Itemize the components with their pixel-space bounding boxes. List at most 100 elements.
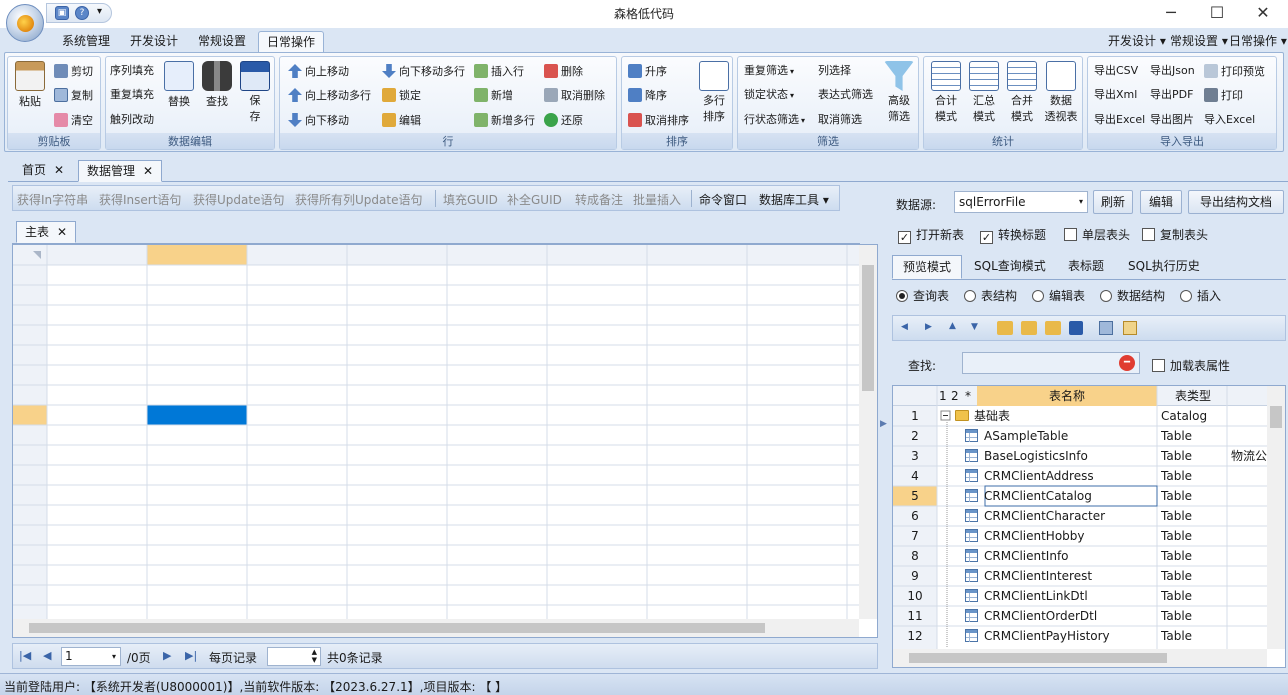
radio-table-structure[interactable]: 表结构 [964, 287, 1017, 304]
radio-data-structure[interactable]: 数据结构 [1100, 287, 1165, 304]
add-row-button[interactable]: 新增 [474, 88, 513, 103]
export-structure-doc-button[interactable]: 导出结构文档 [1188, 190, 1284, 214]
move-up-button[interactable]: 向上移动 [288, 64, 349, 79]
complete-guid-button[interactable]: 补全GUID [507, 191, 562, 208]
total-mode-button[interactable]: 合计 模式 [928, 61, 964, 125]
folder-tree-icon[interactable] [1021, 321, 1037, 335]
database-tools-dropdown[interactable]: 数据库工具 ▾ [759, 191, 829, 208]
collapse-arrow-icon[interactable]: ▶ [880, 419, 887, 429]
insert-row-button[interactable]: 插入行 [474, 64, 524, 79]
datasource-select[interactable]: sqlErrorFile ▾ [954, 191, 1088, 213]
delete-folder-icon[interactable] [1045, 321, 1061, 335]
export-image-button[interactable]: 导出图片 [1150, 113, 1194, 127]
tree-vertical-scrollbar[interactable] [1267, 386, 1285, 649]
edit-datasource-button[interactable]: 编辑 [1140, 190, 1182, 214]
table-row[interactable]: 3 BaseLogisticsInfo Table 物流公 [893, 446, 1267, 466]
copy-header-checkbox[interactable]: 复制表头 [1142, 226, 1208, 243]
doc-tab-data-management[interactable]: 数据管理 ✕ [78, 160, 163, 182]
to-remark-button[interactable]: 转成备注 [575, 191, 623, 208]
open-new-table-checkbox[interactable]: ✓ 打开新表 [898, 226, 964, 244]
sort-ascending-button[interactable]: 升序 [628, 64, 667, 79]
table-row[interactable]: 9 CRMClientInterest Table [893, 566, 1267, 586]
tab-table-title[interactable]: 表标题 [1058, 255, 1114, 279]
replace-button[interactable]: 替换 [162, 61, 196, 111]
move-down-button[interactable]: 向下移动 [288, 113, 349, 128]
cancel-sort-button[interactable]: 取消排序 [628, 113, 689, 128]
maximize-button[interactable]: ☐ [1194, 0, 1240, 28]
import-excel-button[interactable]: 导入Excel [1204, 113, 1255, 127]
close-button[interactable]: ✕ [1240, 0, 1286, 28]
per-page-spinner[interactable]: ▲ ▼ [267, 647, 321, 666]
add-folder-icon[interactable] [997, 321, 1013, 335]
radio-edit-table[interactable]: 编辑表 [1032, 287, 1085, 304]
prev-icon[interactable]: ◀ [901, 322, 908, 332]
horizontal-scroll-thumb[interactable] [29, 623, 765, 633]
convert-title-checkbox[interactable]: ✓ 转换标题 [980, 226, 1046, 244]
advanced-filter-button[interactable]: 高级 筛选 [882, 61, 916, 125]
merge-mode-button[interactable]: 合并 模式 [1004, 61, 1040, 125]
next-page-icon[interactable]: ▶ [163, 649, 171, 662]
radio-query-table[interactable]: 查询表 [896, 287, 949, 304]
delete-row-button[interactable]: 删除 [544, 64, 583, 79]
page-number-select[interactable]: 1 ▾ [61, 647, 121, 666]
table-row[interactable]: 10 CRMClientLinkDtl Table [893, 586, 1267, 606]
vertical-scroll-thumb[interactable] [862, 265, 874, 391]
expression-filter-button[interactable]: 表达式筛选 [818, 88, 873, 102]
table-row[interactable]: 5 CRMClientCatalog Table [893, 486, 1267, 506]
tree-vertical-scroll-thumb[interactable] [1270, 406, 1282, 428]
copy-button[interactable]: 复制 [54, 88, 93, 103]
menu-general-settings[interactable]: 常规设置 ▾ [1170, 31, 1228, 51]
print-preview-button[interactable]: 打印预览 [1204, 64, 1265, 79]
close-tab-icon[interactable]: ✕ [54, 163, 64, 177]
add-multi-row-button[interactable]: 新增多行 [474, 113, 535, 128]
table-row[interactable]: 4 CRMClientAddress Table [893, 466, 1267, 486]
tab-dev-design[interactable]: 开发设计 [122, 31, 186, 52]
tab-sql-history[interactable]: SQL执行历史 [1118, 255, 1210, 279]
tree-horizontal-scrollbar[interactable] [893, 649, 1267, 667]
table-row[interactable]: 1 基础表 Catalog [893, 406, 1267, 426]
save-icon[interactable] [1069, 321, 1083, 335]
paste-button[interactable]: 粘贴 [12, 61, 48, 111]
move-down-multi-button[interactable]: 向下移动多行 [382, 64, 465, 79]
pivot-table-button[interactable]: 数据 透视表 [1042, 61, 1080, 125]
sort-descending-button[interactable]: 降序 [628, 88, 667, 103]
load-table-props-checkbox[interactable]: 加载表属性 [1152, 357, 1230, 374]
print-button[interactable]: 打印 [1204, 88, 1243, 103]
refresh-button[interactable]: 刷新 [1093, 190, 1133, 214]
horizontal-scrollbar[interactable] [13, 619, 859, 637]
command-window-button[interactable]: 命令窗口 [699, 191, 747, 208]
cancel-filter-button[interactable]: 取消筛选 [818, 113, 862, 127]
edit-lock-button[interactable]: 编辑 [382, 113, 421, 128]
single-header-checkbox[interactable]: 单层表头 [1064, 226, 1130, 243]
radio-insert[interactable]: 插入 [1180, 287, 1221, 304]
tab-general-settings[interactable]: 常规设置 [190, 31, 254, 52]
tab-daily-operations[interactable]: 日常操作 [258, 31, 325, 52]
next-icon[interactable]: ▶ [925, 322, 932, 332]
tab-system-management[interactable]: 系统管理 [54, 31, 118, 52]
tab-main-table[interactable]: 主表 ✕ [16, 221, 77, 243]
lock-state-dropdown[interactable]: 锁定状态 ▾ [744, 88, 794, 103]
row-state-filter-dropdown[interactable]: 行状态筛选 ▾ [744, 113, 805, 128]
tree-horizontal-scroll-thumb[interactable] [909, 653, 1167, 663]
table-row[interactable]: 7 CRMClientHobby Table [893, 526, 1267, 546]
menu-dev-design[interactable]: 开发设计 ▾ [1108, 31, 1166, 51]
get-update-button[interactable]: 获得Update语句 [193, 191, 284, 208]
export-json-button[interactable]: 导出Json [1150, 64, 1195, 78]
table-row[interactable]: 6 CRMClientCharacter Table [893, 506, 1267, 526]
application-menu-button[interactable] [6, 4, 44, 42]
minimize-button[interactable]: ─ [1148, 0, 1194, 28]
fill-guid-button[interactable]: 填充GUID [443, 191, 498, 208]
duplicate-filter-dropdown[interactable]: 重复筛选 ▾ [744, 64, 794, 79]
multi-sort-button[interactable]: 多行 排序 [698, 61, 730, 125]
menu-daily-operations[interactable]: 日常操作 ▾ [1229, 31, 1287, 51]
restore-button[interactable]: 还原 [544, 113, 583, 128]
export-xml-button[interactable]: 导出Xml [1094, 88, 1137, 102]
clear-button[interactable]: 清空 [54, 113, 93, 128]
close-tab-icon[interactable]: ✕ [57, 225, 67, 239]
tab-preview-mode[interactable]: 预览模式 [892, 255, 963, 279]
tab-sql-query-mode[interactable]: SQL查询模式 [964, 255, 1056, 279]
cancel-delete-button[interactable]: 取消删除 [544, 88, 605, 103]
table-row[interactable]: 11 CRMClientOrderDtl Table [893, 606, 1267, 626]
move-down-icon[interactable]: ▼ [971, 322, 978, 332]
panel-splitter[interactable]: ▶ [880, 183, 888, 671]
